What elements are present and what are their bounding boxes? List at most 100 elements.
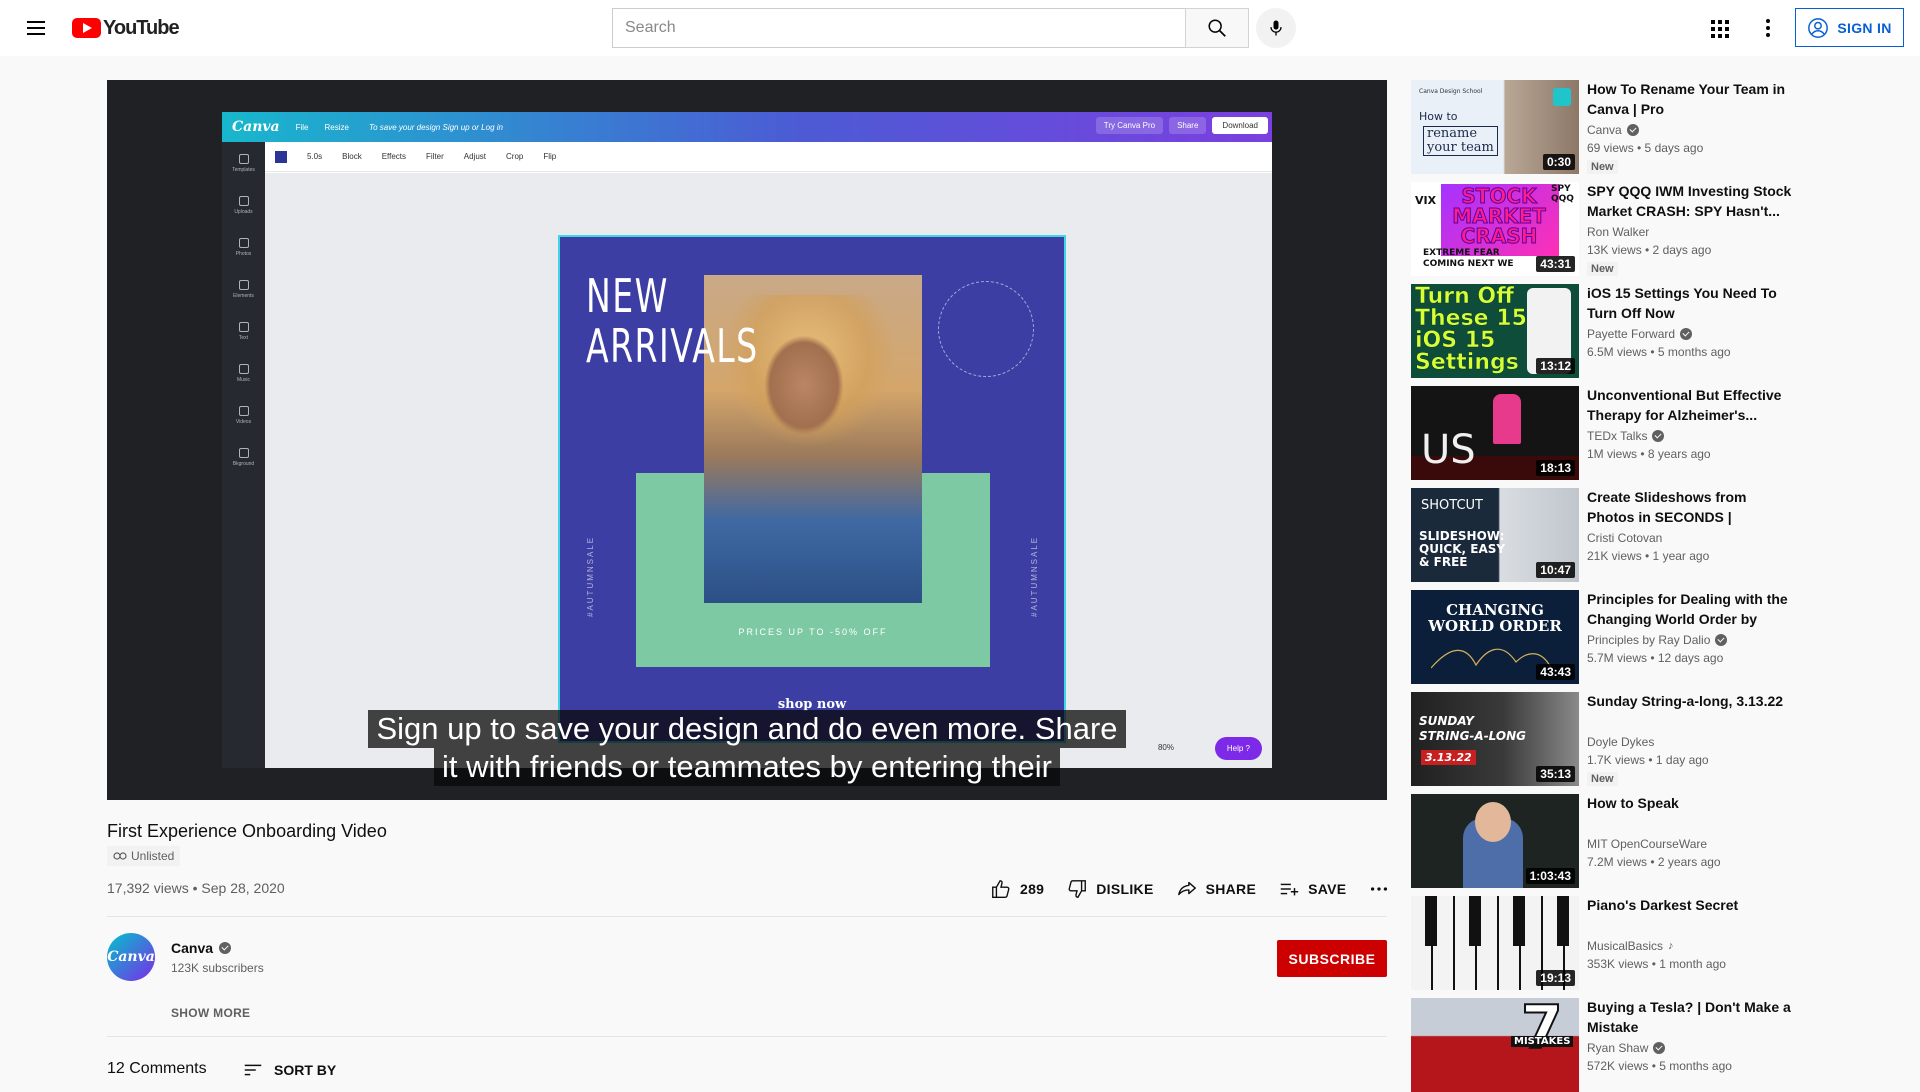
search-bar — [612, 8, 1249, 48]
related-title[interactable]: SPY QQQ IWM Investing Stock Market CRASH… — [1587, 181, 1795, 221]
verified-icon — [1715, 634, 1728, 646]
voice-search-button[interactable] — [1256, 8, 1296, 48]
divider — [107, 916, 1387, 917]
caption-line: it with friends or teammates by entering… — [107, 748, 1387, 786]
microphone-icon — [1270, 20, 1282, 36]
related-meta: 13K views • 2 days ago — [1587, 243, 1712, 257]
related-meta: 21K views • 1 year ago — [1587, 549, 1710, 563]
verified-icon — [219, 942, 232, 954]
canva-tool: Crop — [506, 152, 524, 161]
sort-by-label: SORT BY — [274, 1062, 337, 1078]
canva-menu-resize: Resize — [324, 122, 349, 132]
related-video-item[interactable]: 1:03:43 How to Speak MIT OpenCourseWare … — [1411, 794, 1796, 888]
menu-icon[interactable] — [24, 16, 48, 40]
channel-name[interactable]: Canva — [171, 940, 213, 956]
related-video-item[interactable]: Turn Off These 15 iOS 15 Settings 13:12 … — [1411, 284, 1796, 378]
related-meta: 353K views • 1 month ago — [1587, 957, 1726, 971]
settings-more-icon[interactable] — [1756, 16, 1780, 40]
video-thumbnail[interactable]: 19:13 — [1411, 896, 1579, 990]
playlist-add-icon — [1280, 883, 1299, 896]
canva-side-item: Templates — [222, 142, 265, 184]
related-meta: 6.5M views • 5 months ago — [1587, 345, 1731, 359]
video-title: First Experience Onboarding Video — [107, 821, 387, 841]
video-thumbnail[interactable]: 1:03:43 — [1411, 794, 1579, 888]
related-channel: MIT OpenCourseWare — [1587, 837, 1708, 851]
more-horizontal-icon — [1371, 887, 1388, 891]
related-title[interactable]: How To Rename Your Team in Canva | Pro — [1587, 79, 1795, 119]
sign-in-label: SIGN IN — [1837, 19, 1892, 36]
channel-avatar[interactable]: Canva — [107, 933, 155, 981]
canva-side-item: Elements — [222, 268, 265, 310]
music-note-icon: ♪ — [1668, 940, 1674, 952]
show-more-button[interactable]: SHOW MORE — [171, 1006, 250, 1020]
related-title[interactable]: iOS 15 Settings You Need To Turn Off Now — [1587, 283, 1795, 323]
verified-icon — [1653, 1042, 1666, 1054]
related-video-item[interactable]: CHANGING WORLD ORDER 43:43 Principles fo… — [1411, 590, 1796, 684]
video-thumbnail[interactable]: CHANGING WORLD ORDER 43:43 — [1411, 590, 1579, 684]
sort-by-button[interactable]: SORT BY — [242, 1059, 336, 1081]
related-title[interactable]: Buying a Tesla? | Don't Make a Mistake — [1587, 997, 1795, 1037]
video-thumbnail[interactable]: SUNDAY STRING-A-LONG 3.13.22 35:13 — [1411, 692, 1579, 786]
share-label: SHARE — [1205, 881, 1257, 897]
thumbs-up-icon — [992, 880, 1010, 898]
related-video-item[interactable]: SHOTCUT SLIDESHOW: QUICK, EASY & FREE 10… — [1411, 488, 1796, 582]
video-thumbnail[interactable]: VIX SPY QQQ STOCK MARKET CRASH EXTREME F… — [1411, 182, 1579, 276]
canva-save-hint: To save your design Sign up or Log in — [368, 122, 503, 132]
unlisted-label: Unlisted — [131, 849, 175, 863]
canva-side-item: Videos — [222, 394, 265, 436]
video-thumbnail[interactable]: SHOTCUT SLIDESHOW: QUICK, EASY & FREE 10… — [1411, 488, 1579, 582]
video-thumbnail[interactable]: US 18:13 — [1411, 386, 1579, 480]
related-channel: MusicalBasics ♪ — [1587, 939, 1674, 953]
thumbs-down-icon — [1068, 880, 1087, 898]
share-button[interactable]: SHARE — [1176, 878, 1257, 900]
duration: 1:03:43 — [1525, 868, 1575, 884]
channel-name-row[interactable]: Canva — [171, 940, 232, 956]
related-title[interactable]: Sunday String-a-long, 3.13.22 — [1587, 691, 1795, 711]
related-title[interactable]: Principles for Dealing with the Changing… — [1587, 589, 1795, 629]
search-input[interactable] — [612, 8, 1185, 48]
video-thumbnail[interactable]: 7 MISTAKES — [1411, 998, 1579, 1092]
youtube-logo[interactable]: YouTube — [72, 17, 180, 39]
related-title[interactable]: Piano's Darkest Secret — [1587, 895, 1795, 915]
duration: 13:12 — [1536, 358, 1575, 374]
canva-try-pro: Try Canva Pro — [1095, 117, 1164, 134]
video-thumbnail[interactable]: Turn Off These 15 iOS 15 Settings 13:12 — [1411, 284, 1579, 378]
related-channel: Doyle Dykes — [1587, 735, 1655, 749]
save-button[interactable]: SAVE — [1278, 878, 1346, 900]
like-count: 289 — [1020, 881, 1045, 897]
related-video-item[interactable]: US 18:13 Unconventional But Effective Th… — [1411, 386, 1796, 480]
canva-editor-frame: Canva File Resize To save your design Si… — [222, 112, 1272, 768]
subscribe-button[interactable]: SUBSCRIBE — [1277, 940, 1387, 977]
canva-tool: Block — [342, 152, 362, 161]
related-video-item[interactable]: 19:13 Piano's Darkest Secret MusicalBasi… — [1411, 896, 1796, 990]
related-title[interactable]: How to Speak — [1587, 793, 1795, 813]
related-meta: 1M views • 8 years ago — [1587, 447, 1711, 461]
canva-toolbar: 5.0s Block Effects Filter Adjust Crop Fl… — [265, 142, 1272, 172]
color-swatch — [275, 150, 287, 163]
related-video-item[interactable]: VIX SPY QQQ STOCK MARKET CRASH EXTREME F… — [1411, 182, 1796, 276]
related-channel: TEDx Talks — [1587, 429, 1665, 443]
link-icon — [113, 852, 127, 860]
design-headline: NEW ARRIVALS — [586, 269, 759, 373]
canva-side-item: Photos — [222, 226, 265, 268]
related-video-item[interactable]: SUNDAY STRING-A-LONG 3.13.22 35:13 Sunda… — [1411, 692, 1796, 786]
apps-grid-icon[interactable] — [1707, 16, 1731, 40]
related-video-item[interactable]: 7 MISTAKES Buying a Tesla? | Don't Make … — [1411, 998, 1796, 1092]
caption-line: Sign up to save your design and do even … — [107, 710, 1387, 748]
related-video-item[interactable]: Canva Design School How to rename your t… — [1411, 80, 1796, 174]
related-title[interactable]: Unconventional But Effective Therapy for… — [1587, 385, 1795, 425]
search-button[interactable] — [1185, 8, 1249, 48]
related-title[interactable]: Create Slideshows from Photos in SECONDS… — [1587, 487, 1795, 527]
subscriber-count: 123K subscribers — [171, 961, 264, 975]
dislike-button[interactable]: DISLIKE — [1066, 878, 1153, 900]
sign-in-button[interactable]: SIGN IN — [1795, 8, 1904, 47]
more-actions-button[interactable] — [1368, 878, 1390, 900]
related-meta: 69 views • 5 days ago — [1587, 141, 1704, 155]
search-icon — [1208, 19, 1226, 37]
verified-icon — [1626, 124, 1639, 136]
duration: 35:13 — [1536, 766, 1575, 782]
video-thumbnail[interactable]: Canva Design School How to rename your t… — [1411, 80, 1579, 174]
like-button[interactable]: 289 — [990, 878, 1044, 900]
video-player[interactable]: Canva File Resize To save your design Si… — [107, 80, 1387, 800]
canva-download: Download — [1212, 117, 1268, 134]
